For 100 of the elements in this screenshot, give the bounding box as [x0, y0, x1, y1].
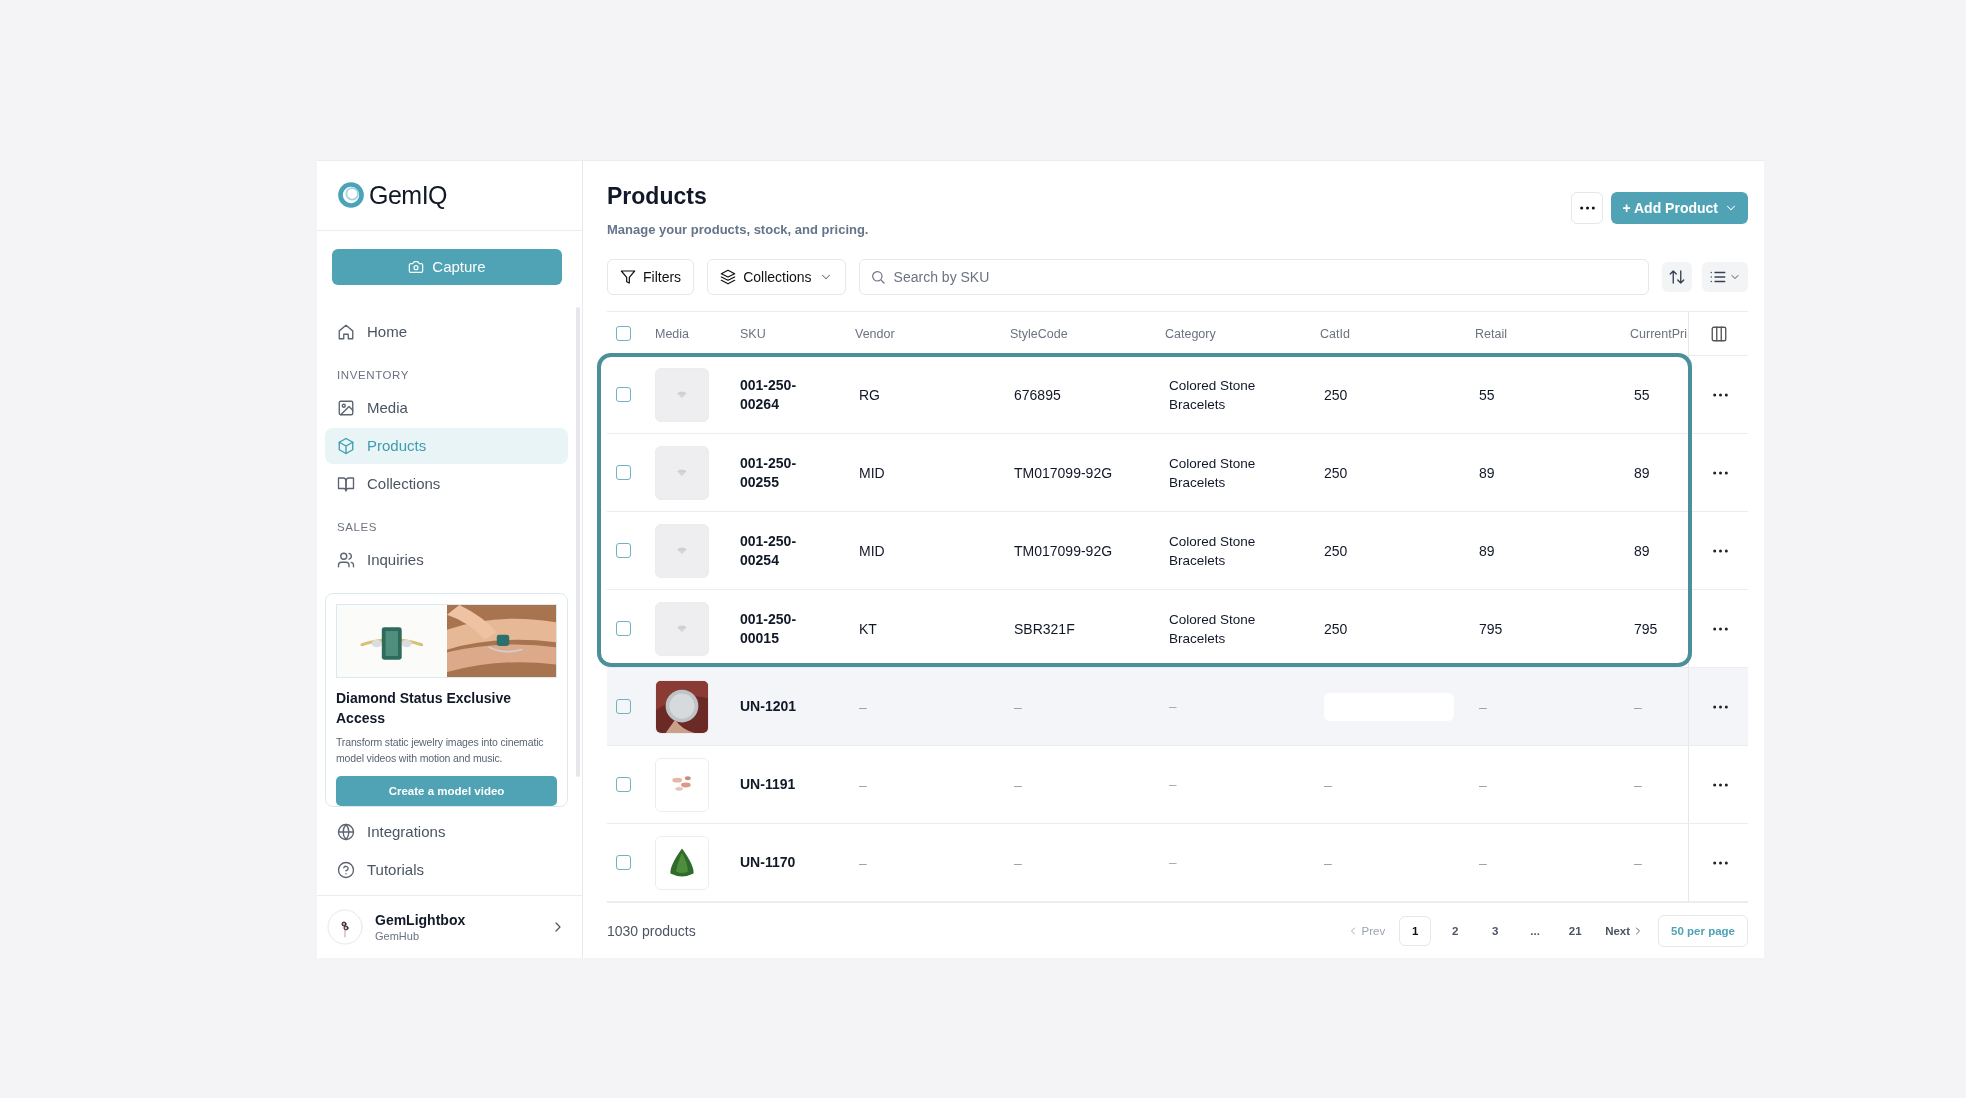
avatar	[327, 909, 363, 946]
current-price-cell: 89	[1634, 464, 1650, 481]
row-menu-icon[interactable]	[1713, 548, 1728, 553]
retail-cell: 89	[1479, 464, 1495, 481]
cat-id-cell: 250	[1324, 542, 1348, 559]
page-subtitle: Manage your products, stock, and pricing.	[607, 222, 869, 237]
cat-id-cell: –	[1324, 854, 1332, 871]
filters-button[interactable]: Filters	[607, 259, 695, 295]
nav-item[interactable]: Collections	[325, 465, 568, 502]
row-menu-icon[interactable]	[1713, 704, 1728, 709]
row-menu-icon[interactable]	[1713, 470, 1728, 475]
table-row[interactable]: 001-250-00255 MID TM017099-92G Colored Stone Bracelets 250 89 89	[607, 434, 1748, 512]
category-cell-text: –	[1169, 698, 1178, 716]
table-row[interactable]: 001-250-00264 RG 676895 Colored Stone Bracelets 250 55 55	[607, 356, 1748, 434]
search-field[interactable]: Search by SKU	[858, 259, 1649, 295]
image-icon	[337, 398, 355, 417]
row-menu-icon[interactable]	[1713, 860, 1728, 865]
row-menu-icon[interactable]	[1713, 626, 1728, 631]
logo-icon	[337, 181, 365, 210]
row-menu-icon[interactable]	[1713, 782, 1728, 787]
filter-icon	[620, 269, 636, 285]
nav-item[interactable]: Integrations	[325, 813, 568, 850]
row-checkbox[interactable]	[616, 465, 631, 480]
column-header: Retail	[1475, 326, 1507, 341]
category-cell-text: –	[1169, 776, 1178, 794]
nav-item[interactable]: Tutorials	[325, 851, 568, 888]
search-icon	[869, 269, 886, 285]
sku-cell-text: 001-250-00255	[740, 453, 798, 492]
row-checkbox[interactable]	[616, 699, 631, 714]
thumbnail-placeholder	[655, 445, 709, 500]
sku-cell-text: 001-250-00254	[740, 531, 798, 570]
promo-title: Diamond Status Exclusive Access	[336, 688, 513, 728]
view-button[interactable]	[1702, 262, 1748, 292]
page-button[interactable]: 21	[1559, 915, 1592, 946]
column-header: Category	[1165, 326, 1216, 341]
sort-icon	[1668, 268, 1686, 286]
nav-item[interactable]: Inquiries	[325, 541, 568, 578]
cat-id-cell: 250	[1324, 386, 1348, 403]
more-button[interactable]	[1571, 192, 1604, 224]
page-button[interactable]: 3	[1479, 915, 1512, 946]
vendor-cell: MID	[859, 464, 885, 481]
vendor-cell: –	[859, 776, 867, 793]
row-checkbox[interactable]	[616, 621, 631, 636]
collections-dropdown[interactable]: Collections	[707, 259, 846, 295]
column-header: StyleCode	[1010, 326, 1068, 341]
row-checkbox[interactable]	[616, 855, 631, 870]
current-price-cell: –	[1634, 776, 1642, 793]
current-price-cell: –	[1634, 698, 1642, 715]
category-cell-text: Colored Stone Bracelets	[1169, 454, 1257, 492]
table-row[interactable]: UN-1170 – – – – – –	[607, 824, 1748, 902]
more-icon	[1579, 206, 1595, 210]
style-code-cell: –	[1014, 776, 1022, 793]
retail-cell: –	[1479, 854, 1487, 871]
column-header: CatId	[1320, 326, 1350, 341]
sku-cell-text: 001-250-00015	[740, 609, 798, 648]
row-menu-icon[interactable]	[1713, 392, 1728, 397]
vendor-cell: KT	[859, 620, 877, 637]
layers-icon	[720, 269, 737, 285]
current-price-cell: –	[1634, 854, 1642, 871]
vendor-cell: RG	[859, 386, 880, 403]
row-checkbox[interactable]	[616, 777, 631, 792]
style-code-cell: –	[1014, 698, 1022, 715]
cube-icon	[337, 436, 355, 455]
retail-cell: 55	[1479, 386, 1495, 403]
camera-icon	[408, 258, 425, 275]
next-button[interactable]: Next	[1599, 924, 1651, 937]
sku-cell-text: UN-1201	[740, 697, 798, 716]
sort-button[interactable]	[1662, 262, 1692, 292]
category-cell-text: Colored Stone Bracelets	[1169, 532, 1257, 570]
page-title: Products	[607, 183, 708, 210]
table-row[interactable]: 001-250-00254 MID TM017099-92G Colored Stone Bracelets 250 89 89	[607, 512, 1748, 590]
table-row[interactable]: UN-1201 – – – – –	[607, 668, 1748, 746]
style-code-cell: TM017099-92G	[1014, 542, 1113, 559]
globe-icon	[337, 822, 355, 841]
vendor-cell: MID	[859, 542, 885, 559]
row-checkbox[interactable]	[616, 543, 631, 558]
vendor-cell: –	[859, 698, 867, 715]
column-header: SKU	[740, 326, 766, 341]
row-checkbox[interactable]	[616, 387, 631, 402]
section-heading: SALES	[336, 519, 379, 535]
nav-item[interactable]: Home	[325, 313, 568, 350]
style-code-cell: 676895	[1014, 386, 1061, 403]
table-row[interactable]: UN-1191 – – – – – –	[607, 746, 1748, 824]
style-code-cell: SBR321F	[1014, 620, 1075, 637]
column-header: Vendor	[855, 326, 895, 341]
columns-icon[interactable]	[1709, 324, 1728, 343]
cat-id-cell: 250	[1324, 464, 1348, 481]
cat-id-cell: –	[1324, 776, 1332, 793]
page-button[interactable]: 2	[1439, 915, 1472, 946]
page-button[interactable]: ...	[1519, 915, 1552, 946]
home-icon	[337, 322, 355, 341]
thumbnail-placeholder	[655, 523, 709, 578]
product-count: 1030 products	[607, 922, 696, 939]
page-button[interactable]: 1	[1399, 915, 1432, 946]
category-cell-text: Colored Stone Bracelets	[1169, 376, 1257, 414]
retail-cell: 795	[1479, 620, 1503, 637]
select-all-checkbox[interactable]	[616, 326, 631, 341]
retail-cell: –	[1479, 698, 1487, 715]
users-icon	[337, 550, 355, 569]
nav-item[interactable]: Media	[325, 389, 568, 426]
